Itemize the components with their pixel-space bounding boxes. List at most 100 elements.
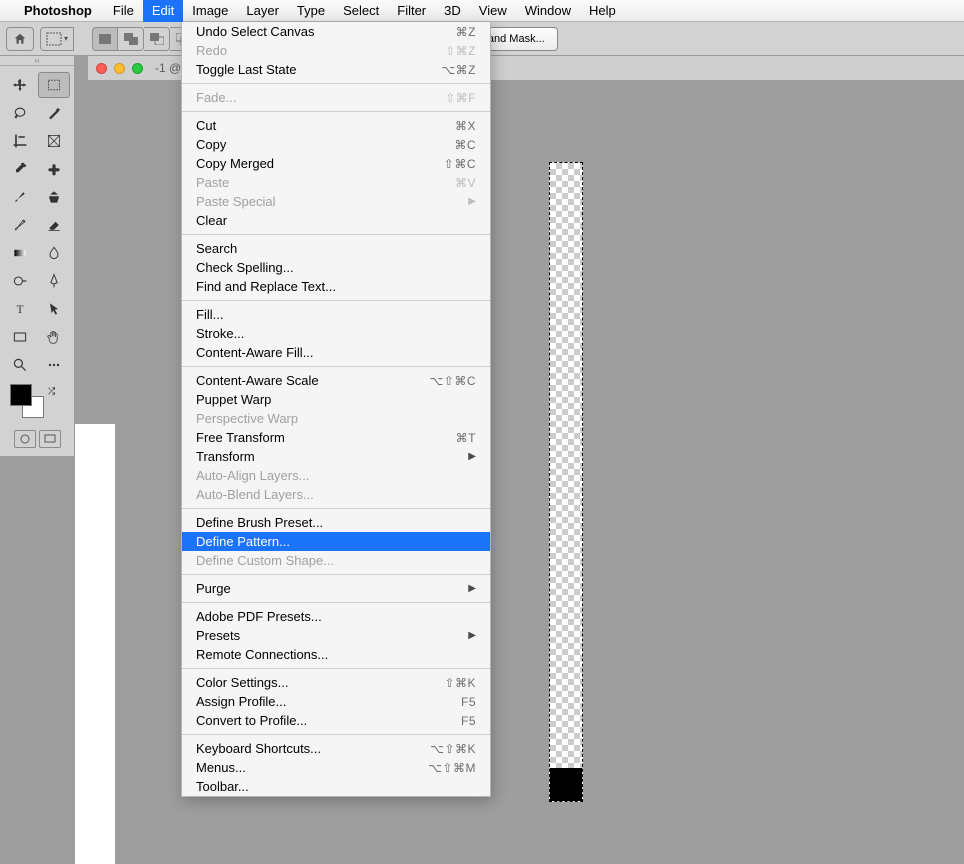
quick-mask-mode-button[interactable] — [14, 430, 36, 448]
menubar-item-view[interactable]: View — [470, 0, 516, 22]
edit-menu-content-aware-scale[interactable]: Content-Aware Scale ⌥⇧⌘C — [182, 371, 490, 390]
foreground-color-swatch[interactable] — [10, 384, 32, 406]
selection-new[interactable] — [92, 27, 118, 51]
type-tool[interactable]: T — [4, 296, 36, 322]
menu-separator — [182, 111, 490, 112]
menu-item-shortcut: ⌥⇧⌘M — [428, 761, 476, 775]
menu-item-label: Content-Aware Scale — [196, 373, 319, 388]
zoom-tool[interactable] — [4, 352, 36, 378]
menu-item-label: Undo Select Canvas — [196, 24, 315, 39]
menu-item-shortcut: ⌘Z — [456, 25, 476, 39]
eraser-tool[interactable] — [38, 212, 70, 238]
edit-menu-dropdown: Undo Select Canvas⌘ZRedo⇧⌘ZToggle Last S… — [181, 22, 491, 797]
edit-menu-color-settings[interactable]: Color Settings...⇧⌘K — [182, 673, 490, 692]
swap-colors-icon[interactable]: ⤮ — [48, 386, 55, 397]
edit-menu-check-spelling[interactable]: Check Spelling... — [182, 258, 490, 277]
menu-item-shortcut: F5 — [461, 714, 476, 728]
edit-menu-define-pattern[interactable]: Define Pattern... — [182, 532, 490, 551]
edit-menu-puppet-warp[interactable]: Puppet Warp — [182, 390, 490, 409]
edit-menu-find-and-replace-text[interactable]: Find and Replace Text... — [182, 277, 490, 296]
menubar-item-help[interactable]: Help — [580, 0, 625, 22]
menu-item-label: Clear — [196, 213, 227, 228]
move-tool[interactable] — [4, 72, 36, 98]
rectangle-tool[interactable] — [4, 324, 36, 350]
edit-menu-paste-special: Paste Special▶ — [182, 192, 490, 211]
tools-panel-dragbar[interactable]: ‹‹ — [0, 56, 75, 66]
magic-wand-tool[interactable] — [38, 100, 70, 126]
brush-tool[interactable] — [4, 184, 36, 210]
selection-add[interactable] — [118, 27, 144, 51]
window-zoom-icon[interactable] — [132, 63, 143, 74]
app-name[interactable]: Photoshop — [24, 3, 92, 18]
more-tools[interactable] — [38, 352, 70, 378]
blur-tool[interactable] — [38, 240, 70, 266]
menubar-item-layer[interactable]: Layer — [237, 0, 288, 22]
window-close-icon[interactable] — [96, 63, 107, 74]
edit-menu-keyboard-shortcuts[interactable]: Keyboard Shortcuts...⌥⇧⌘K — [182, 739, 490, 758]
edit-menu-undo-select-canvas[interactable]: Undo Select Canvas ⌘Z — [182, 22, 490, 41]
edit-menu-transform[interactable]: Transform▶ — [182, 447, 490, 466]
edit-menu-purge[interactable]: Purge▶ — [182, 579, 490, 598]
menu-item-shortcut: ⌥⇧⌘C — [429, 374, 476, 388]
menu-item-label: Redo — [196, 43, 227, 58]
menubar-item-select[interactable]: Select — [334, 0, 388, 22]
edit-menu-copy[interactable]: Copy⌘C — [182, 135, 490, 154]
menubar-item-file[interactable]: File — [104, 0, 143, 22]
menu-item-shortcut: ⇧⌘C — [444, 157, 476, 171]
color-swatches[interactable]: ⤮ — [4, 384, 70, 424]
frame-tool[interactable] — [38, 128, 70, 154]
edit-menu-toggle-last-state[interactable]: Toggle Last State⌥⌘Z — [182, 60, 490, 79]
edit-menu-toolbar[interactable]: Toolbar... — [182, 777, 490, 796]
crop-tool[interactable] — [4, 128, 36, 154]
menu-separator — [182, 668, 490, 669]
edit-menu-cut[interactable]: Cut⌘X — [182, 116, 490, 135]
edit-menu-convert-to-profile[interactable]: Convert to Profile...F5 — [182, 711, 490, 730]
menu-item-label: Perspective Warp — [196, 411, 298, 426]
menu-item-label: Search — [196, 241, 237, 256]
rectangular-marquee-tool[interactable] — [38, 72, 70, 98]
clone-stamp-tool[interactable] — [38, 184, 70, 210]
pen-tool[interactable] — [38, 268, 70, 294]
edit-menu-content-aware-fill[interactable]: Content-Aware Fill... — [182, 343, 490, 362]
menubar-item-3d[interactable]: 3D — [435, 0, 470, 22]
menu-item-shortcut: ⌥⌘Z — [441, 63, 476, 77]
edit-menu-free-transform[interactable]: Free Transform⌘T — [182, 428, 490, 447]
edit-menu-adobe-pdf-presets[interactable]: Adobe PDF Presets... — [182, 607, 490, 626]
screen-mode-button[interactable] — [39, 430, 61, 448]
window-traffic-lights — [96, 63, 143, 74]
edit-menu-assign-profile[interactable]: Assign Profile...F5 — [182, 692, 490, 711]
home-button[interactable] — [6, 27, 34, 51]
menubar-item-edit[interactable]: Edit — [143, 0, 183, 22]
edit-menu-presets[interactable]: Presets▶ — [182, 626, 490, 645]
eyedropper-tool[interactable] — [4, 156, 36, 182]
edit-menu-fill[interactable]: Fill... — [182, 305, 490, 324]
marquee-tool-preset[interactable]: ▾ — [40, 27, 74, 51]
edit-menu-fade: Fade...⇧⌘F — [182, 88, 490, 107]
menubar-item-filter[interactable]: Filter — [388, 0, 435, 22]
edit-menu-remote-connections[interactable]: Remote Connections... — [182, 645, 490, 664]
menu-item-shortcut: ⌥⇧⌘K — [430, 742, 476, 756]
selection-subtract[interactable] — [144, 27, 170, 51]
lasso-tool[interactable] — [4, 100, 36, 126]
menu-item-label: Purge — [196, 581, 231, 596]
history-brush-tool[interactable] — [4, 212, 36, 238]
path-selection-tool[interactable] — [38, 296, 70, 322]
gradient-tool[interactable] — [4, 240, 36, 266]
hand-tool[interactable] — [38, 324, 70, 350]
menu-item-label: Menus... — [196, 760, 246, 775]
edit-menu-define-brush-preset[interactable]: Define Brush Preset... — [182, 513, 490, 532]
edit-menu-stroke[interactable]: Stroke... — [182, 324, 490, 343]
window-minimize-icon[interactable] — [114, 63, 125, 74]
menubar-item-image[interactable]: Image — [183, 0, 237, 22]
menu-item-label: Define Pattern... — [196, 534, 290, 549]
submenu-arrow-icon: ▶ — [468, 451, 476, 462]
menubar-item-window[interactable]: Window — [516, 0, 580, 22]
menubar-item-type[interactable]: Type — [288, 0, 334, 22]
spot-healing-brush-tool[interactable] — [38, 156, 70, 182]
dodge-tool[interactable] — [4, 268, 36, 294]
menu-separator — [182, 300, 490, 301]
edit-menu-menus[interactable]: Menus... ⌥⇧⌘M — [182, 758, 490, 777]
edit-menu-search[interactable]: Search — [182, 239, 490, 258]
edit-menu-copy-merged[interactable]: Copy Merged⇧⌘C — [182, 154, 490, 173]
edit-menu-clear[interactable]: Clear — [182, 211, 490, 230]
